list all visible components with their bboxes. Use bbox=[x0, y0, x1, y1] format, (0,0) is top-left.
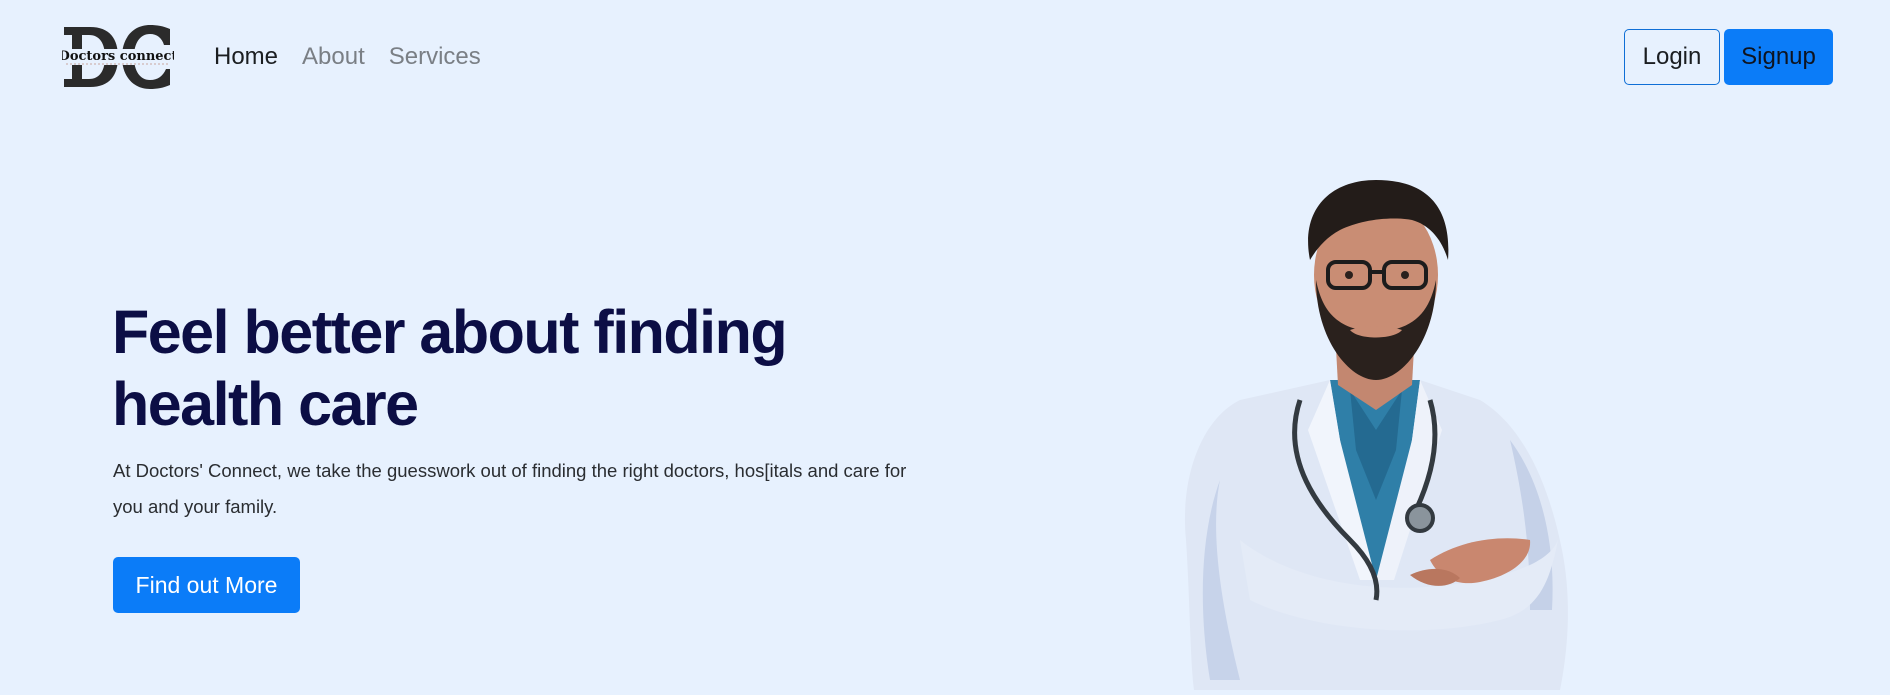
login-button[interactable]: Login bbox=[1624, 29, 1720, 85]
hero-title-line-1: Feel better about finding bbox=[112, 298, 788, 366]
hero-description: At Doctors' Connect, we take the guesswo… bbox=[113, 453, 943, 525]
doctors-connect-logo[interactable]: Doctors connect bbox=[62, 25, 174, 89]
doctor-portrait bbox=[1184, 180, 1568, 690]
logo-text: Doctors connect bbox=[62, 49, 174, 64]
nav-services-link[interactable]: Services bbox=[389, 40, 481, 74]
hero-title-line-2: health care bbox=[112, 370, 419, 438]
find-out-more-button[interactable]: Find out More bbox=[113, 557, 300, 613]
hero-description-line-2: you and your family. bbox=[113, 496, 278, 517]
hero-title: Feel better about finding health care bbox=[112, 296, 832, 440]
hero-description-line-1: At Doctors' Connect, we take the guesswo… bbox=[113, 460, 907, 481]
nav-links: Home About Services bbox=[214, 40, 481, 74]
signup-button[interactable]: Signup bbox=[1724, 29, 1833, 85]
landing-page: Doctors connect Home About Services Logi… bbox=[0, 0, 1890, 697]
nav-about-link[interactable]: About bbox=[302, 40, 365, 74]
navbar: Doctors connect Home About Services Logi… bbox=[0, 0, 1890, 115]
nav-home-link[interactable]: Home bbox=[214, 40, 278, 74]
